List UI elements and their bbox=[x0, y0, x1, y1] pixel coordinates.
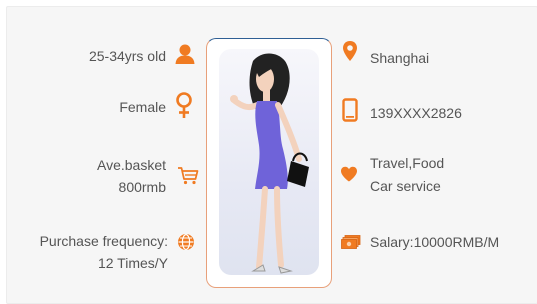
money-icon bbox=[341, 235, 361, 249]
shopping-cart-icon bbox=[178, 167, 199, 185]
female-persona-illustration bbox=[230, 53, 309, 274]
frequency-label-line2: 12 Times/Y bbox=[97, 255, 168, 271]
interest-label-line2: Car service bbox=[370, 178, 441, 194]
location-pin-icon bbox=[343, 41, 357, 61]
salary-label: Salary:10000RMB/M bbox=[370, 234, 500, 250]
phone-label: 139XXXX2826 bbox=[370, 105, 462, 121]
frequency-label-line1: Purchase frequency: bbox=[39, 233, 168, 249]
persona-frame bbox=[206, 38, 332, 288]
interest-label-line1: Travel,Food bbox=[370, 155, 445, 171]
basket-label-line1: Ave.basket bbox=[96, 157, 166, 173]
age-label: 25-34yrs old bbox=[88, 48, 166, 64]
globe-icon bbox=[178, 233, 194, 251]
city-label: Shanghai bbox=[370, 50, 430, 66]
female-icon bbox=[176, 92, 192, 118]
gender-label: Female bbox=[119, 99, 166, 115]
person-icon bbox=[175, 44, 195, 64]
heart-icon bbox=[341, 166, 357, 182]
basket-label-line2: 800rmb bbox=[118, 179, 166, 195]
mobile-phone-icon bbox=[342, 98, 358, 122]
